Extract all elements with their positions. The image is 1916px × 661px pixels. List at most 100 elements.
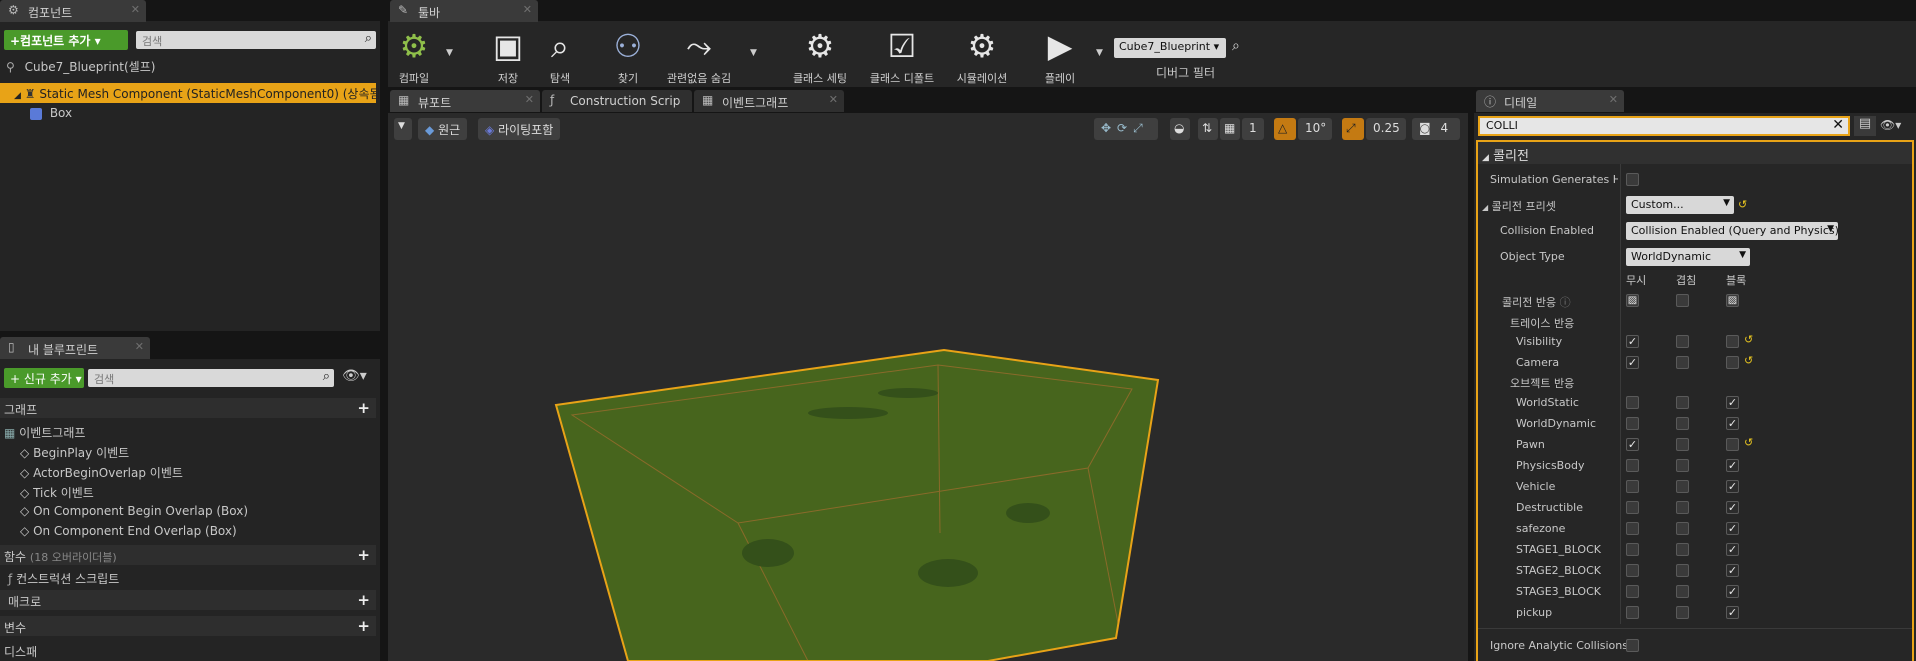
hide-unrelated-dropdown-icon[interactable]: ▼ [750, 48, 757, 58]
camera-speed-button[interactable]: ◙ 4 [1412, 118, 1460, 140]
surface-snap-icon[interactable]: ⇅ [1198, 118, 1218, 140]
ignore-analytic-checkbox[interactable] [1626, 639, 1639, 652]
debug-object-select[interactable]: Cube7_Blueprint ▾ [1114, 38, 1226, 58]
response-block-checkbox[interactable]: ✓ [1726, 606, 1739, 619]
construction-script-item[interactable]: ƒ 컨스트럭션 스크립트 [0, 568, 119, 587]
add-function-icon[interactable]: + [357, 546, 370, 564]
response-block-checkbox[interactable]: ✓ [1726, 480, 1739, 493]
response-ignore-checkbox[interactable]: ✓ [1626, 335, 1639, 348]
component-selected-item[interactable]: ◢ ♜ Static Mesh Component (StaticMeshCom… [0, 83, 385, 103]
close-icon[interactable]: ✕ [135, 340, 144, 353]
collision-category-header[interactable]: ◢ 콜리전 [1478, 142, 1912, 164]
viewport-options-button[interactable]: ▼ [394, 118, 412, 140]
response-overlap-checkbox[interactable] [1676, 356, 1689, 369]
reset-to-default-icon[interactable]: ↺ [1744, 354, 1753, 367]
tab-construction-script[interactable]: ƒ Construction Scrip [542, 90, 692, 112]
reset-to-default-icon[interactable]: ↺ [1744, 436, 1753, 449]
response-ignore-checkbox[interactable] [1626, 585, 1639, 598]
response-overlap-checkbox[interactable] [1676, 543, 1689, 556]
view-options-icon[interactable]: 👁▾ [1880, 118, 1901, 132]
response-block-checkbox[interactable] [1726, 356, 1739, 369]
cube-mesh[interactable] [388, 113, 1468, 661]
save-button[interactable]: ▣ 저장 [488, 20, 528, 86]
eye-icon[interactable]: 👁▾ [342, 368, 367, 384]
response-overlap-checkbox[interactable] [1676, 459, 1689, 472]
property-matrix-icon[interactable]: ▤ [1854, 116, 1876, 136]
close-icon[interactable]: ✕ [131, 3, 140, 16]
components-search-input[interactable]: 검색 ⌕ [136, 31, 376, 49]
section-functions[interactable]: 함수 (18 오버라이더블) + [0, 545, 376, 565]
event-item[interactable]: ◇ On Component End Overlap (Box) [0, 522, 237, 541]
response-ignore-checkbox[interactable] [1626, 543, 1639, 556]
close-icon[interactable]: ✕ [525, 93, 534, 106]
response-block-checkbox[interactable]: ✓ [1726, 522, 1739, 535]
object-type-dropdown[interactable]: WorldDynamic ▼ [1626, 248, 1750, 266]
scale-snap-icon[interactable]: ⤢ [1342, 118, 1364, 140]
response-block-checkbox[interactable] [1726, 335, 1739, 348]
hide-unrelated-button[interactable]: ⤳ 관련없음 숨김 [662, 20, 736, 86]
response-ignore-checkbox[interactable] [1626, 459, 1639, 472]
blueprint-search-input[interactable]: 검색 ⌕ [88, 369, 334, 387]
search-icon[interactable]: ⌕ [1232, 38, 1240, 54]
response-overlap-checkbox[interactable] [1676, 480, 1689, 493]
expand-arrow-icon[interactable]: ◢ [1482, 203, 1488, 212]
response-overlap-checkbox[interactable] [1676, 522, 1689, 535]
tab-my-blueprint[interactable]: ▯ 내 블루프린트 ✕ [0, 337, 150, 359]
expand-arrow-icon[interactable]: ◢ [14, 91, 21, 101]
section-graphs[interactable]: 그래프 + [0, 398, 376, 418]
add-graph-icon[interactable]: + [357, 399, 370, 417]
details-search-input[interactable]: COLLI ✕ [1478, 116, 1850, 136]
clear-search-icon[interactable]: ✕ [1832, 117, 1844, 133]
close-icon[interactable]: ✕ [523, 3, 532, 16]
sim-hit-checkbox[interactable] [1626, 173, 1639, 186]
response-overlap-checkbox[interactable] [1676, 564, 1689, 577]
reset-to-default-icon[interactable]: ↺ [1744, 333, 1753, 346]
viewport[interactable] [388, 113, 1468, 661]
close-icon[interactable]: ✕ [1609, 93, 1618, 106]
response-block-checkbox[interactable]: ✓ [1726, 417, 1739, 430]
rotation-snap-icon[interactable]: △ [1274, 118, 1296, 140]
response-overlap-checkbox[interactable] [1676, 606, 1689, 619]
event-item[interactable]: ◇ Tick 이벤트 [0, 482, 94, 501]
response-ignore-checkbox[interactable] [1626, 522, 1639, 535]
response-block-checkbox[interactable]: ✓ [1726, 543, 1739, 556]
response-ignore-checkbox[interactable]: ✓ [1626, 438, 1639, 451]
grid-snap-icon[interactable]: ▦ [1220, 118, 1240, 140]
compile-button[interactable]: ⚙ 컴파일 [392, 20, 436, 86]
tab-components[interactable]: ⚙ 컴포넌트 ✕ [0, 0, 146, 22]
grid-snap-value[interactable]: 1 [1242, 118, 1264, 140]
component-root-item[interactable]: ⚲ Cube7_Blueprint(셀프) [0, 56, 380, 75]
event-graph-item[interactable]: ▦ 이벤트그래프 [0, 422, 85, 441]
responses-ignore-all-checkbox[interactable]: ▨ [1626, 294, 1639, 307]
section-variables[interactable]: 변수 + [0, 616, 376, 636]
add-macro-icon[interactable]: + [357, 591, 370, 609]
response-block-checkbox[interactable]: ✓ [1726, 459, 1739, 472]
perspective-button[interactable]: ◆ 원근 [418, 118, 468, 140]
add-variable-icon[interactable]: + [357, 617, 370, 635]
add-new-button[interactable]: + 신규 추가 ▾ [4, 368, 84, 388]
response-ignore-checkbox[interactable] [1626, 501, 1639, 514]
panel-splitter[interactable] [380, 0, 388, 661]
event-item[interactable]: ◇ On Component Begin Overlap (Box) [0, 502, 248, 521]
response-ignore-checkbox[interactable]: ✓ [1626, 356, 1639, 369]
tab-details[interactable]: ⓘ 디테일 ✕ [1476, 90, 1624, 112]
rotation-snap-value[interactable]: 10° [1298, 118, 1332, 140]
class-defaults-button[interactable]: ☑ 클래스 디폴트 [866, 20, 938, 86]
response-block-checkbox[interactable]: ✓ [1726, 564, 1739, 577]
reset-to-default-icon[interactable]: ↺ [1738, 198, 1747, 211]
response-ignore-checkbox[interactable] [1626, 417, 1639, 430]
component-child-item[interactable]: Box [0, 104, 380, 123]
response-ignore-checkbox[interactable] [1626, 480, 1639, 493]
tab-toolbar[interactable]: ✎ 툴바 ✕ [390, 0, 538, 22]
class-settings-button[interactable]: ⚙ 클래스 세팅 [790, 20, 850, 86]
response-ignore-checkbox[interactable] [1626, 564, 1639, 577]
response-block-checkbox[interactable] [1726, 438, 1739, 451]
scale-snap-value[interactable]: 0.25 [1366, 118, 1406, 140]
response-overlap-checkbox[interactable] [1676, 501, 1689, 514]
world-space-icon[interactable]: ◒ [1170, 118, 1190, 140]
tab-event-graph[interactable]: ▦ 이벤트그래프 ✕ [694, 90, 844, 112]
response-overlap-checkbox[interactable] [1676, 396, 1689, 409]
play-button[interactable]: ▶ 플레이 [1036, 20, 1084, 86]
response-overlap-checkbox[interactable] [1676, 335, 1689, 348]
help-icon[interactable]: ⓘ [1560, 296, 1571, 309]
